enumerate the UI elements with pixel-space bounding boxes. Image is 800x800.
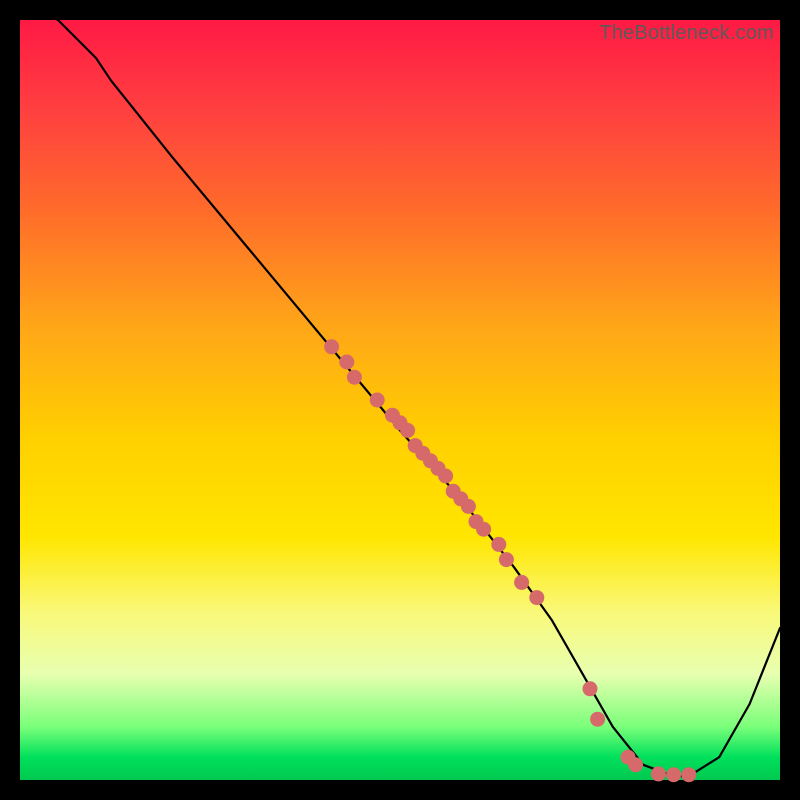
chart-svg [20,20,780,780]
data-point [590,712,605,727]
data-point [324,339,339,354]
plot-area: TheBottleneck.com [20,20,780,780]
data-point [370,393,385,408]
data-point [666,767,681,782]
data-point [347,370,362,385]
chart-frame: TheBottleneck.com [0,0,800,800]
data-point [438,469,453,484]
data-point [400,423,415,438]
data-point [651,766,666,781]
main-curve [20,0,780,776]
data-point [339,355,354,370]
data-point [499,552,514,567]
data-point [681,767,696,782]
data-point [491,537,506,552]
data-point [628,757,643,772]
data-point [461,499,476,514]
data-point [583,681,598,696]
data-point [514,575,529,590]
data-point [476,522,491,537]
scatter-points [324,339,696,782]
data-point [529,590,544,605]
